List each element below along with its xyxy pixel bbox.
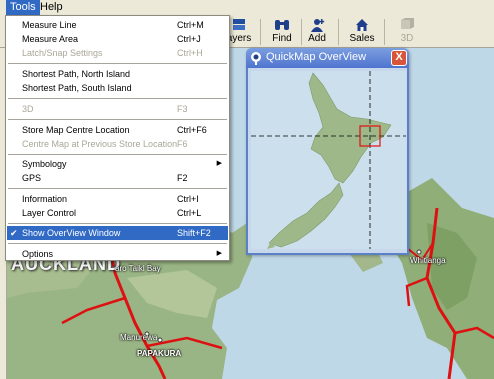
toolbar-separator	[384, 19, 385, 45]
overview-titlebar[interactable]: QuickMap OverView X	[246, 48, 409, 68]
binoculars-icon	[275, 20, 289, 30]
tools-dropdown-menu: Measure Line Ctrl+M Measure Area Ctrl+J …	[5, 15, 230, 261]
layers-icon	[233, 19, 245, 30]
menu-item-measure-area[interactable]: Measure Area Ctrl+J	[7, 32, 228, 46]
menu-separator	[8, 243, 227, 244]
menu-item-shortest-path-north[interactable]: Shortest Path, North Island	[7, 67, 228, 81]
toolbar-separator	[338, 19, 339, 45]
menu-item-symbology[interactable]: Symbology ▶	[7, 157, 228, 171]
3d-icon	[401, 18, 414, 29]
menu-separator	[8, 188, 227, 189]
quickmap-app-icon	[251, 52, 261, 65]
toolbar-separator	[260, 19, 261, 45]
menu-item-information[interactable]: Information Ctrl+I	[7, 192, 228, 206]
menu-item-centre-map-previous[interactable]: Centre Map at Previous Store Location F6	[7, 137, 228, 151]
menu-item-3d[interactable]: 3D F3	[7, 102, 228, 116]
menu-item-layer-control[interactable]: Layer Control Ctrl+L	[7, 206, 228, 220]
menu-help[interactable]: Help	[36, 0, 67, 15]
toolbar-3d-button[interactable]: 3D	[388, 17, 426, 47]
overview-title: QuickMap OverView	[266, 51, 367, 63]
map-label-papakura: PAPAKURA	[137, 349, 182, 358]
submenu-arrow-icon: ▶	[216, 160, 222, 167]
menu-item-latch-snap-settings[interactable]: Latch/Snap Settings Ctrl+H	[7, 46, 228, 60]
menu-item-options[interactable]: Options ▶	[7, 247, 228, 261]
menu-separator	[8, 154, 227, 155]
overview-map-canvas[interactable]	[251, 71, 406, 249]
menu-item-measure-line[interactable]: Measure Line Ctrl+M	[7, 18, 228, 32]
menu-bar: Tools Help	[0, 0, 494, 15]
house-icon	[356, 19, 368, 31]
add-person-icon	[311, 19, 325, 32]
menu-separator	[8, 98, 227, 99]
overview-window: QuickMap OverView X	[246, 48, 409, 255]
toolbar-sales-button[interactable]: Sales	[343, 17, 381, 47]
toolbar-sales-label: Sales	[349, 33, 375, 44]
toolbar-add-button[interactable]: Add	[298, 17, 336, 47]
menu-separator	[8, 223, 227, 224]
toolbar-find-label: Find	[272, 33, 292, 44]
map-label-whitianga: Whitianga	[410, 256, 446, 265]
menu-item-shortest-path-south[interactable]: Shortest Path, South Island	[7, 81, 228, 95]
submenu-arrow-icon: ▶	[216, 250, 222, 257]
toolbar-find-button[interactable]: Find	[263, 17, 301, 47]
menu-item-store-map-centre[interactable]: Store Map Centre Location Ctrl+F6	[7, 123, 228, 137]
menu-item-gps[interactable]: GPS F2	[7, 171, 228, 185]
menu-separator	[8, 63, 227, 64]
toolbar-3d-label: 3D	[400, 33, 414, 44]
overview-map[interactable]	[251, 71, 406, 249]
overview-close-button[interactable]: X	[391, 50, 407, 66]
map-label-manurewa: Manurewa	[120, 333, 158, 342]
map-label-bay: aro Taikl Bay	[115, 264, 161, 273]
menu-separator	[8, 119, 227, 120]
menu-tools[interactable]: Tools	[6, 0, 40, 15]
menu-item-show-overview-window[interactable]: ✔ Show OverView Window Shift+F2	[7, 226, 228, 240]
toolbar-add-label: Add	[308, 33, 326, 44]
checkmark-icon: ✔	[10, 228, 18, 238]
